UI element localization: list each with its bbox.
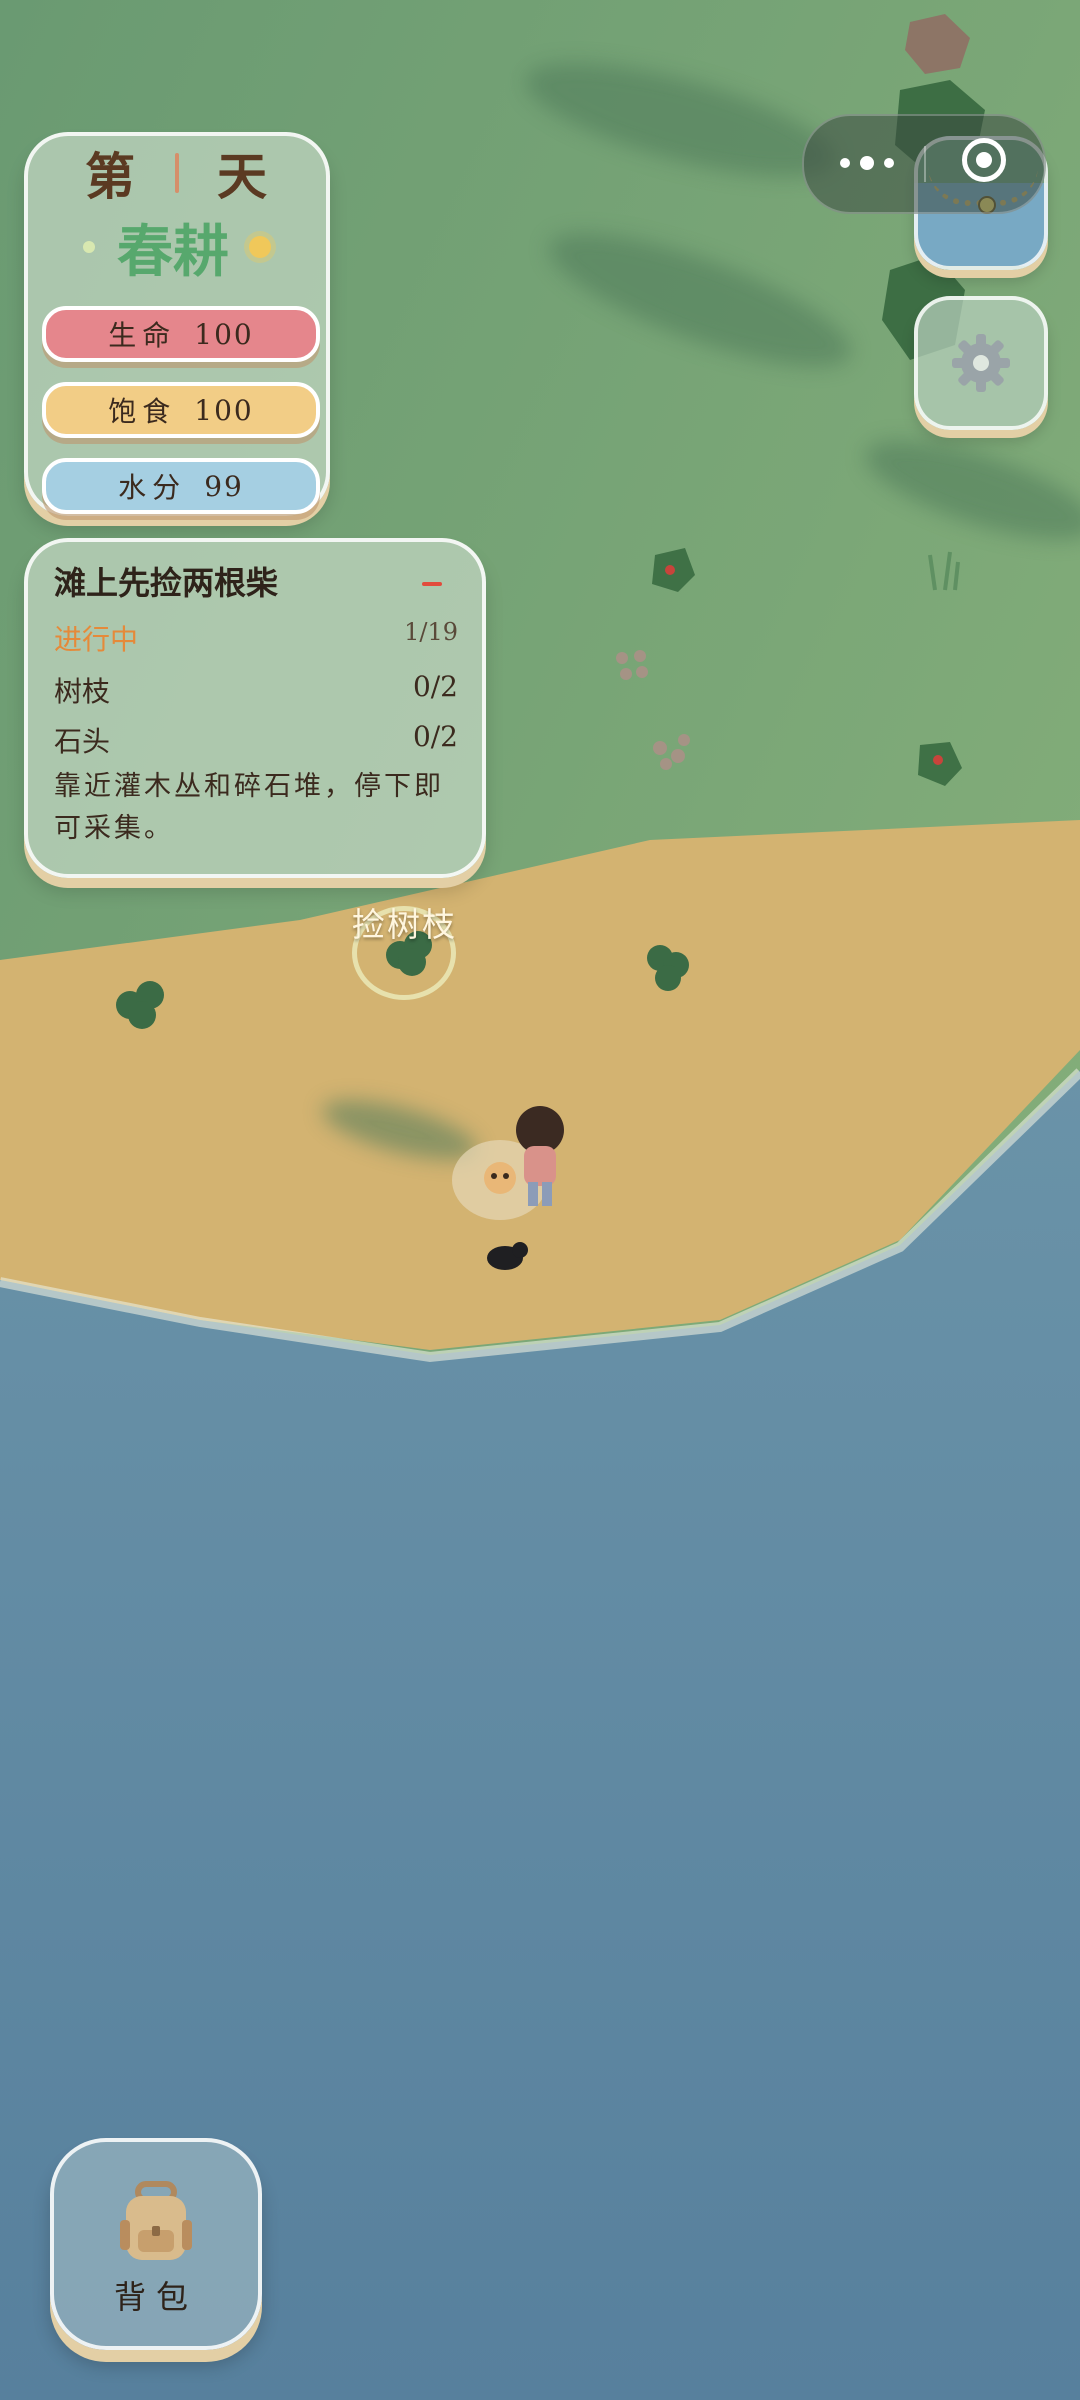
task-count: 0/2 <box>412 720 458 753</box>
backpack-label: 背包 <box>113 2278 198 2316</box>
collapse-quest-button[interactable] <box>422 582 442 586</box>
task-name: 树枝 <box>54 675 111 708</box>
water-bar: 水分 99 <box>42 458 320 514</box>
quest-status-row: 进行中 1/19 <box>54 618 458 658</box>
gear-icon <box>952 334 1010 392</box>
season-label: 春耕 <box>117 218 229 285</box>
hunger-value: 100 <box>194 393 254 427</box>
capsule-divider <box>924 146 926 182</box>
sun-icon <box>249 236 271 258</box>
backpack-button[interactable]: 背包 <box>50 2138 262 2350</box>
more-dots-icon[interactable] <box>836 148 906 180</box>
settings-button[interactable] <box>914 296 1048 430</box>
health-bar: 生命 100 <box>42 306 320 362</box>
health-value: 100 <box>194 317 254 351</box>
quest-status: 进行中 <box>54 623 139 656</box>
backpack-icon <box>120 2181 192 2260</box>
quest-task-row: 树枝 0/2 <box>54 670 458 710</box>
quest-description: 靠近灌木丛和碎石堆，停下即可采集。 <box>54 771 444 844</box>
day-prefix: 第 <box>85 147 137 206</box>
day-status-panel: 第 天 春耕 生命 100 饱食 100 水分 99 <box>24 132 330 516</box>
water-label: 水分 <box>118 471 187 504</box>
day-suffix: 天 <box>217 147 269 206</box>
quest-title: 滩上先捡两根柴 <box>54 564 279 602</box>
quest-task-row: 石头 0/2 <box>54 720 458 760</box>
target-circle-icon[interactable] <box>962 138 1006 182</box>
season-indicator: 春耕 <box>28 206 326 288</box>
health-label: 生命 <box>108 319 177 352</box>
mini-program-capsule <box>802 114 1046 214</box>
gather-action-label[interactable]: 捡树枝 <box>352 898 457 946</box>
hunger-bar: 饱食 100 <box>42 382 320 438</box>
quest-progress: 1/19 <box>404 618 458 646</box>
quest-panel: 滩上先捡两根柴 进行中 1/19 树枝 0/2 石头 0/2 靠近灌木丛和碎石堆… <box>24 538 486 878</box>
day-counter: 第 天 <box>28 138 326 208</box>
day-number-separator <box>175 153 179 193</box>
dog <box>484 1162 516 1194</box>
hunger-label: 饱食 <box>108 395 177 428</box>
water-value: 99 <box>204 469 244 503</box>
leaf-dot-icon <box>83 241 95 253</box>
task-name: 石头 <box>54 725 111 758</box>
task-count: 0/2 <box>412 670 458 703</box>
